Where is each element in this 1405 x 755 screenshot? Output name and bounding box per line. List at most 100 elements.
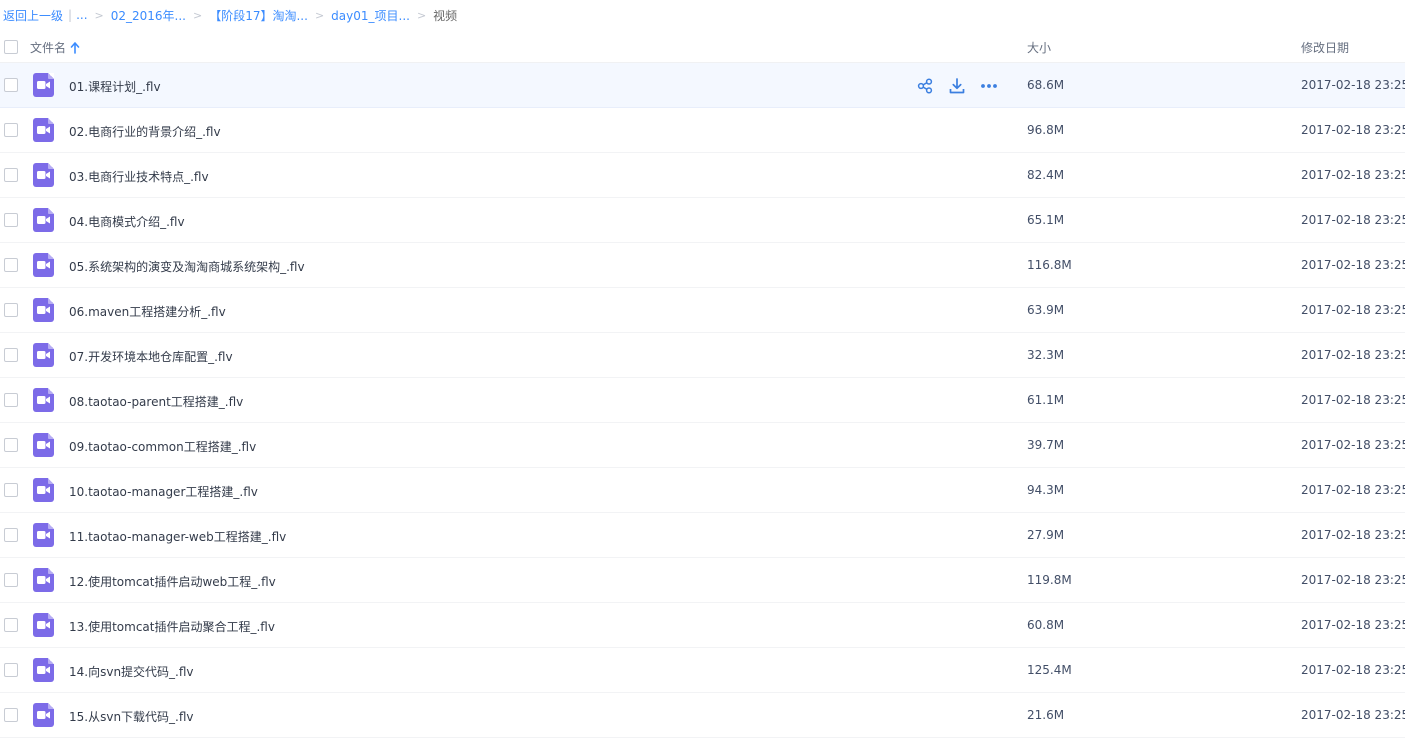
file-date: 2017-02-18 23:25: [1301, 78, 1405, 92]
row-checkbox[interactable]: [4, 78, 18, 92]
file-name[interactable]: 12.使用tomcat插件启动web工程_.flv: [69, 573, 276, 590]
row-checkbox[interactable]: [4, 123, 18, 137]
file-size: 96.8M: [1027, 123, 1065, 137]
file-row[interactable]: 02.电商行业的背景介绍_.flv 96.8M 2017-02-18 23:25: [0, 108, 1405, 153]
chevron-right-icon: >: [416, 8, 427, 22]
file-size: 60.8M: [1027, 618, 1065, 632]
file-size: 116.8M: [1027, 258, 1072, 272]
row-checkbox[interactable]: [4, 663, 18, 677]
file-size: 68.6M: [1027, 78, 1065, 92]
breadcrumb: 返回上一级 | ... > 02_2016年... > 【阶段17】淘淘... …: [3, 6, 457, 24]
file-size: 61.1M: [1027, 393, 1065, 407]
row-checkbox[interactable]: [4, 618, 18, 632]
video-file-icon: [33, 568, 54, 592]
video-file-icon: [33, 343, 54, 367]
download-icon[interactable]: [947, 76, 967, 96]
file-name[interactable]: 02.电商行业的背景介绍_.flv: [69, 123, 221, 140]
file-row[interactable]: 12.使用tomcat插件启动web工程_.flv 119.8M 2017-02-1…: [0, 558, 1405, 603]
file-row[interactable]: 08.taotao-parent工程搭建_.flv 61.1M 2017-02-18…: [0, 378, 1405, 423]
file-row[interactable]: 15.从svn下载代码_.flv 21.6M 2017-02-18 23:25: [0, 693, 1405, 738]
breadcrumb-item[interactable]: 【阶段17】淘淘...: [209, 7, 308, 24]
file-date: 2017-02-18 23:25: [1301, 393, 1405, 407]
file-size: 119.8M: [1027, 573, 1072, 587]
column-header-name[interactable]: 文件名: [30, 39, 80, 56]
file-size: 125.4M: [1027, 663, 1072, 677]
video-file-icon: [33, 658, 54, 682]
row-checkbox[interactable]: [4, 483, 18, 497]
file-size: 27.9M: [1027, 528, 1065, 542]
breadcrumb-ellipsis[interactable]: ...: [76, 8, 87, 22]
row-checkbox[interactable]: [4, 438, 18, 452]
file-name[interactable]: 04.电商模式介绍_.flv: [69, 213, 185, 230]
file-date: 2017-02-18 23:25: [1301, 573, 1405, 587]
file-date: 2017-02-18 23:25: [1301, 213, 1405, 227]
video-file-icon: [33, 208, 54, 232]
breadcrumb-current: 视频: [433, 8, 458, 23]
back-link[interactable]: 返回上一级: [3, 7, 63, 24]
file-name[interactable]: 03.电商行业技术特点_.flv: [69, 168, 209, 185]
file-name[interactable]: 05.系统架构的演变及淘淘商城系统架构_.flv: [69, 258, 305, 275]
file-row[interactable]: 01.课程计划_.flv 68.6M 2017-02-18 23:25: [0, 63, 1405, 108]
file-row[interactable]: 09.taotao-common工程搭建_.flv 39.7M 2017-02-18…: [0, 423, 1405, 468]
file-name[interactable]: 11.taotao-manager-web工程搭建_.flv: [69, 528, 286, 545]
file-name[interactable]: 01.课程计划_.flv: [69, 78, 161, 95]
row-checkbox[interactable]: [4, 303, 18, 317]
row-checkbox[interactable]: [4, 213, 18, 227]
file-row[interactable]: 06.maven工程搭建分析_.flv 63.9M 2017-02-18 23:25: [0, 288, 1405, 333]
arrow-up-icon: [70, 41, 80, 54]
file-date: 2017-02-18 23:25: [1301, 483, 1405, 497]
row-checkbox[interactable]: [4, 708, 18, 722]
chevron-right-icon: >: [94, 8, 104, 22]
file-row[interactable]: 07.开发环境本地仓库配置_.flv 32.3M 2017-02-18 23:25: [0, 333, 1405, 378]
file-date: 2017-02-18 23:25: [1301, 168, 1405, 182]
video-file-icon: [33, 298, 54, 322]
file-name[interactable]: 07.开发环境本地仓库配置_.flv: [69, 348, 233, 365]
column-header-date[interactable]: 修改日期: [1301, 39, 1349, 56]
file-name[interactable]: 06.maven工程搭建分析_.flv: [69, 303, 226, 320]
row-actions: [915, 76, 1011, 96]
video-file-icon: [33, 703, 54, 727]
row-checkbox[interactable]: [4, 393, 18, 407]
share-icon[interactable]: [915, 76, 935, 96]
file-row[interactable]: 05.系统架构的演变及淘淘商城系统架构_.flv 116.8M 2017-02-18…: [0, 243, 1405, 288]
more-icon[interactable]: [979, 76, 999, 96]
file-date: 2017-02-18 23:25: [1301, 528, 1405, 542]
row-checkbox[interactable]: [4, 168, 18, 182]
file-row[interactable]: 04.电商模式介绍_.flv 65.1M 2017-02-18 23:25: [0, 198, 1405, 243]
file-row[interactable]: 10.taotao-manager工程搭建_.flv 94.3M 2017-02-1…: [0, 468, 1405, 513]
file-size: 32.3M: [1027, 348, 1065, 362]
file-date: 2017-02-18 23:25: [1301, 663, 1405, 677]
file-name[interactable]: 14.向svn提交代码_.flv: [69, 663, 194, 680]
row-checkbox[interactable]: [4, 528, 18, 542]
file-row[interactable]: 03.电商行业技术特点_.flv 82.4M 2017-02-18 23:25: [0, 153, 1405, 198]
file-name[interactable]: 13.使用tomcat插件启动聚合工程_.flv: [69, 618, 275, 635]
file-size: 21.6M: [1027, 708, 1065, 722]
breadcrumb-item[interactable]: 02_2016年...: [111, 7, 186, 24]
file-name[interactable]: 08.taotao-parent工程搭建_.flv: [69, 393, 243, 410]
video-file-icon: [33, 118, 54, 142]
video-file-icon: [33, 253, 54, 277]
row-checkbox[interactable]: [4, 348, 18, 362]
video-file-icon: [33, 73, 54, 97]
select-all-checkbox[interactable]: [4, 40, 18, 54]
file-name[interactable]: 09.taotao-common工程搭建_.flv: [69, 438, 256, 455]
file-date: 2017-02-18 23:25: [1301, 438, 1405, 452]
video-file-icon: [33, 478, 54, 502]
file-row[interactable]: 14.向svn提交代码_.flv 125.4M 2017-02-18 23:25: [0, 648, 1405, 693]
file-date: 2017-02-18 23:25: [1301, 258, 1405, 272]
column-header-size[interactable]: 大小: [1027, 39, 1051, 56]
row-checkbox[interactable]: [4, 258, 18, 272]
file-row[interactable]: 11.taotao-manager-web工程搭建_.flv 27.9M 2017-…: [0, 513, 1405, 558]
row-checkbox[interactable]: [4, 573, 18, 587]
file-name[interactable]: 15.从svn下载代码_.flv: [69, 708, 194, 725]
column-header-name-label: 文件名: [30, 41, 67, 55]
video-file-icon: [33, 388, 54, 412]
file-name[interactable]: 10.taotao-manager工程搭建_.flv: [69, 483, 258, 500]
video-file-icon: [33, 163, 54, 187]
breadcrumb-item[interactable]: day01_项目...: [331, 7, 410, 24]
video-file-icon: [33, 433, 54, 457]
file-row[interactable]: 13.使用tomcat插件启动聚合工程_.flv 60.8M 2017-02-18 …: [0, 603, 1405, 648]
file-date: 2017-02-18 23:25: [1301, 348, 1405, 362]
file-size: 94.3M: [1027, 483, 1065, 497]
file-size: 63.9M: [1027, 303, 1065, 317]
